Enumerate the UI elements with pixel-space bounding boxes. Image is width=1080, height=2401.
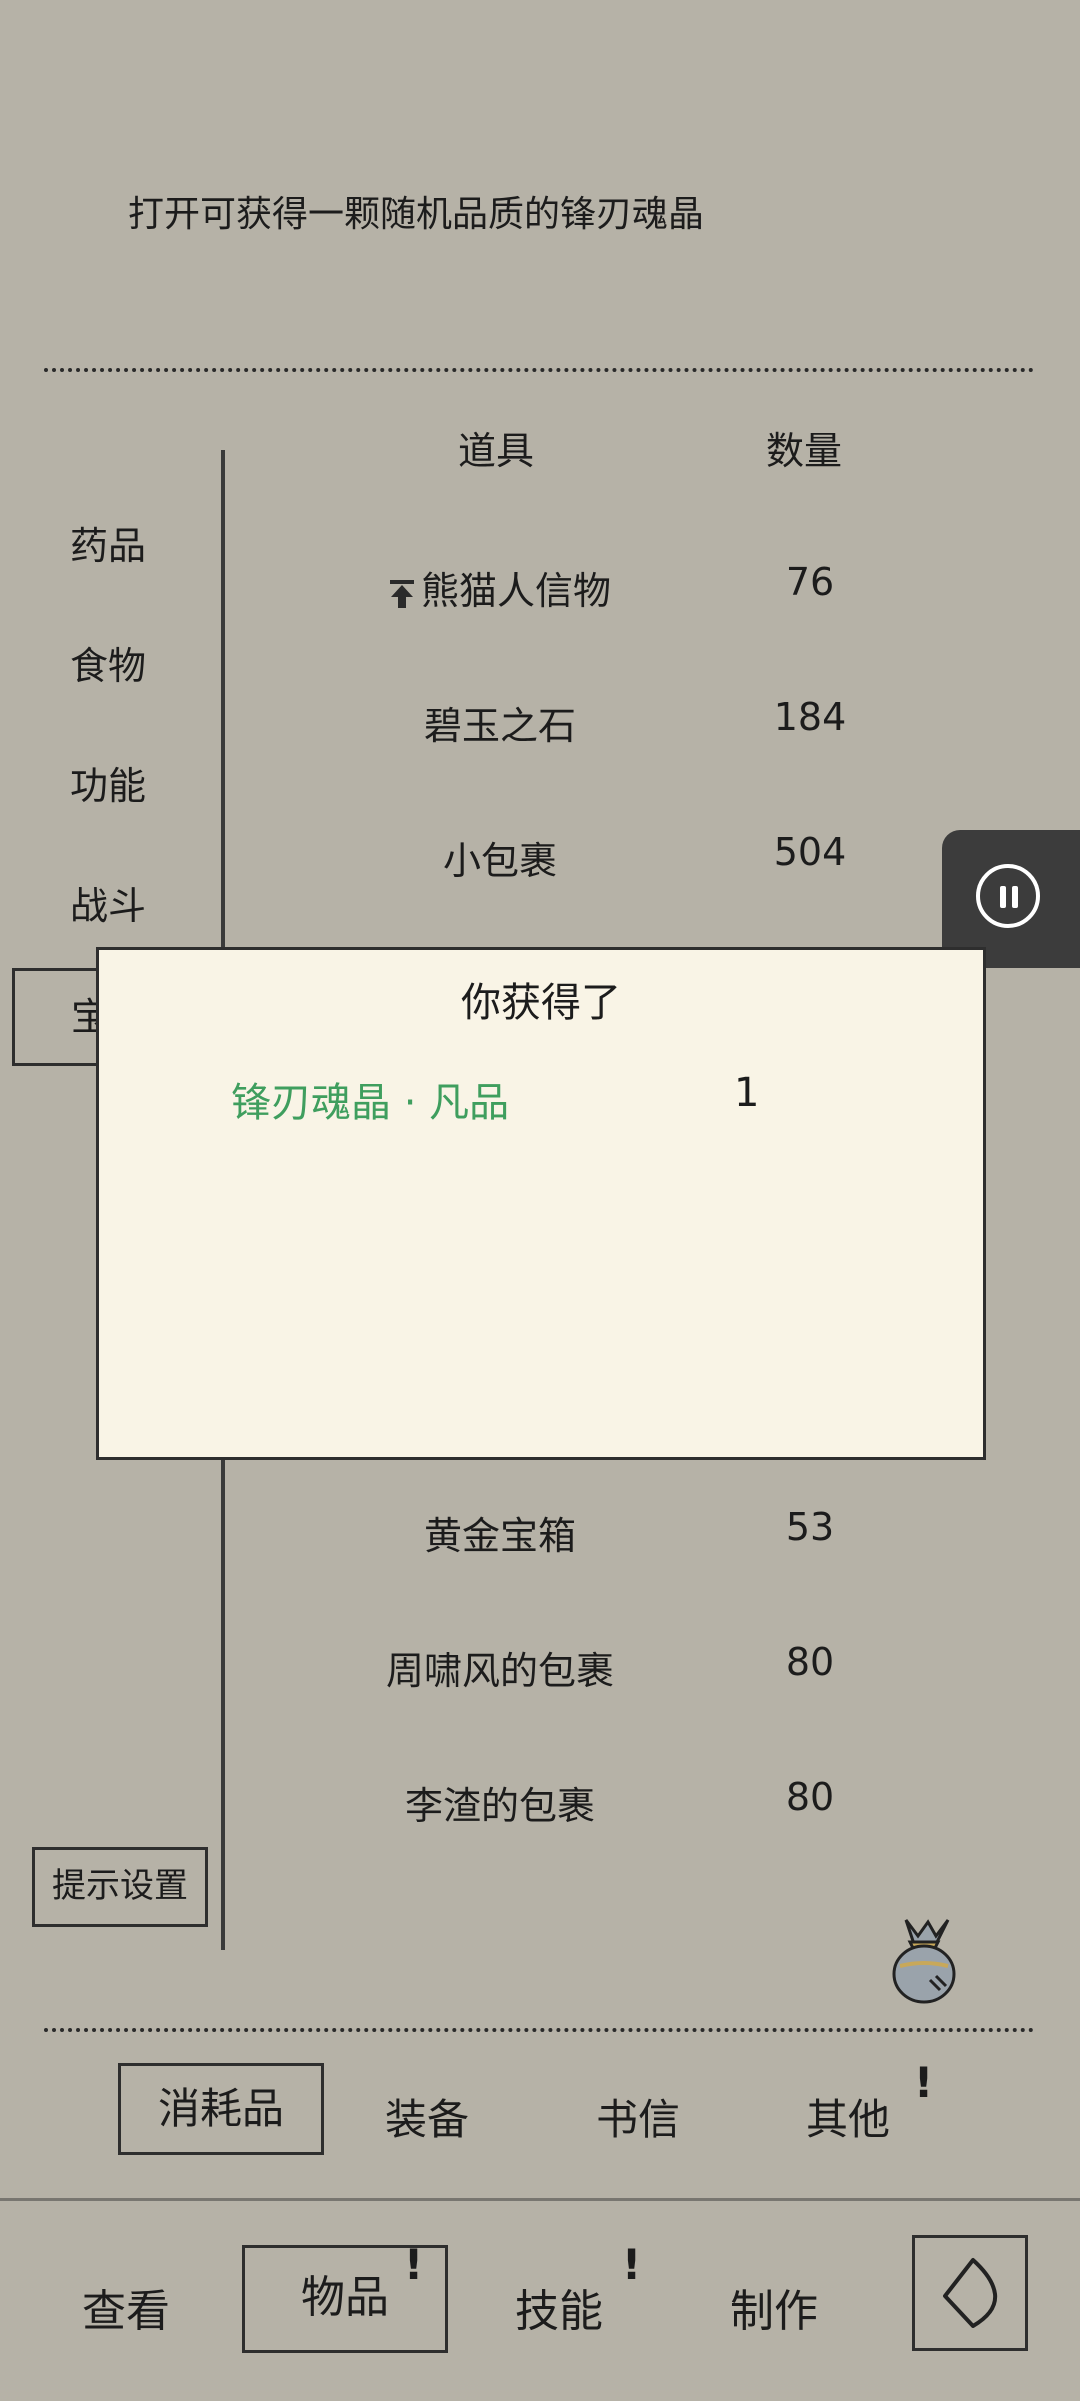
item-bag-icon[interactable]	[884, 1910, 964, 2006]
item-row-qty: 80	[785, 1640, 835, 1684]
item-row-qty: 504	[773, 830, 847, 874]
header-item: 道具	[458, 429, 535, 473]
nav-skills[interactable]: 技能	[515, 2275, 603, 2339]
category-battle[interactable]: 战斗	[70, 875, 146, 930]
item-row-qty: 53	[785, 1505, 835, 1549]
item-row-qty: 76	[785, 560, 835, 604]
category-medicine[interactable]: 药品	[70, 515, 146, 570]
nav-items-alert-mark: !	[404, 2240, 424, 2289]
category-function[interactable]: 功能	[70, 755, 146, 810]
nav-view[interactable]: 查看	[82, 2275, 170, 2339]
item-row-name[interactable]: 周啸风的包裹	[320, 1640, 680, 1695]
subtab-consumables[interactable]: 消耗品	[118, 2063, 324, 2155]
divider-top	[44, 368, 1034, 372]
back-button[interactable]	[912, 2235, 1028, 2351]
subtab-letters[interactable]: 书信	[596, 2086, 680, 2147]
nav-craft[interactable]: 制作	[730, 2275, 818, 2339]
nav-separator	[0, 2198, 1080, 2201]
reward-dialog[interactable]: 你获得了 锋刃魂晶 · 凡品 1	[96, 947, 986, 1460]
nav-skills-alert-mark: !	[622, 2240, 642, 2289]
item-description: 打开可获得一颗随机品质的锋刃魂晶	[128, 194, 705, 235]
category-food[interactable]: 食物	[70, 635, 146, 690]
pause-icon	[976, 864, 1040, 928]
divider-bottom	[44, 2028, 1034, 2032]
subtab-other-alert-mark: !	[914, 2058, 934, 2107]
dialog-title: 你获得了	[461, 980, 621, 1026]
subtab-other[interactable]: 其他	[806, 2086, 890, 2147]
up-arrow-icon	[389, 579, 414, 608]
item-row-qty: 80	[785, 1775, 835, 1819]
item-row-name[interactable]: 黄金宝箱	[320, 1505, 680, 1560]
subtab-equipment[interactable]: 装备	[385, 2086, 469, 2147]
reward-item-name: 锋刃魂晶 · 凡品	[231, 1080, 510, 1126]
item-row-name[interactable]: 小包裹	[320, 830, 680, 885]
item-row-qty: 184	[773, 695, 847, 739]
back-icon	[943, 2258, 998, 2328]
item-row-name[interactable]: 李渣的包裹	[320, 1775, 680, 1830]
hint-settings-button[interactable]: 提示设置	[32, 1847, 208, 1927]
reward-item-qty: 1	[734, 1070, 760, 1116]
item-row-name[interactable]: 熊猫人信物	[320, 560, 680, 615]
header-qty: 数量	[766, 429, 843, 473]
item-row-name[interactable]: 碧玉之石	[320, 695, 680, 750]
